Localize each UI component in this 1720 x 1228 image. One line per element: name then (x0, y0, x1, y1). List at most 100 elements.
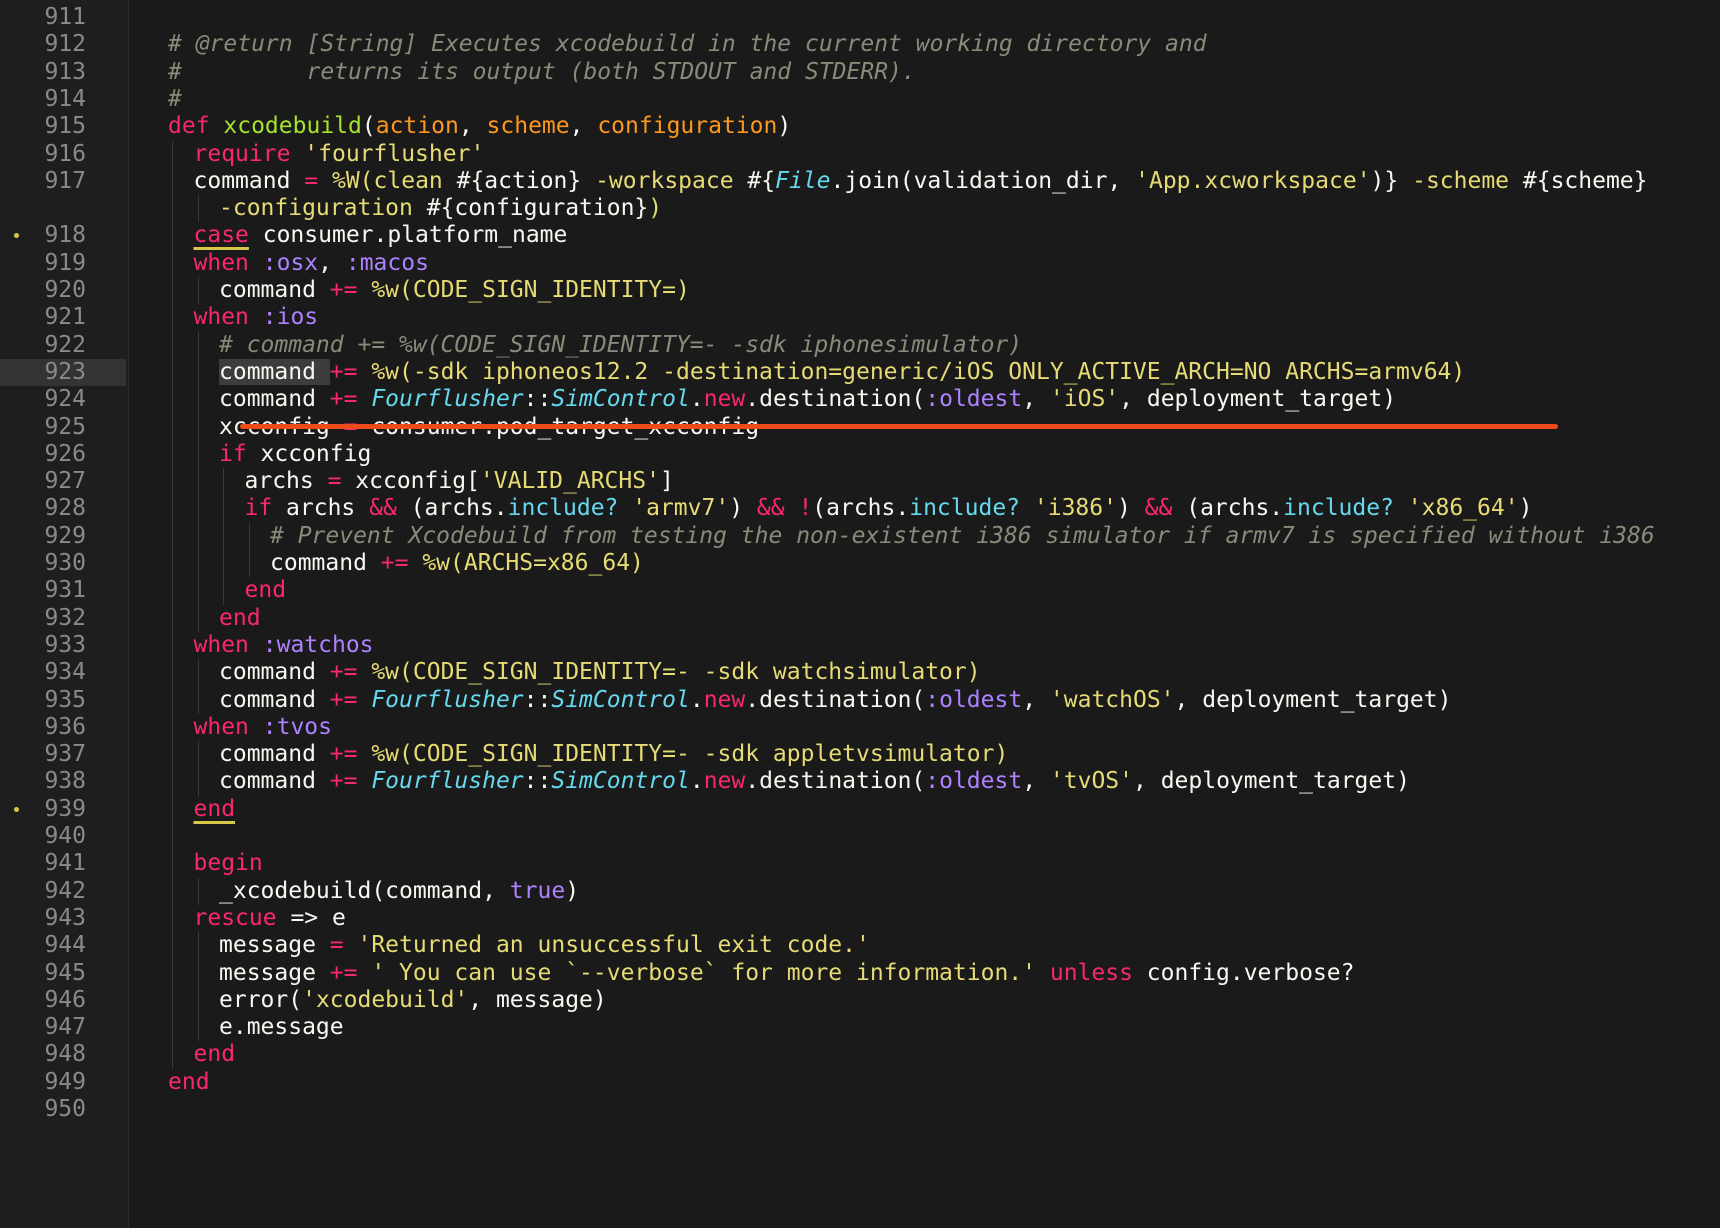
code-line[interactable]: 942 _xcodebuild(command, true) (0, 878, 1720, 905)
code-token: consumer.platform_name (248, 222, 568, 249)
code-line[interactable]: 941 begin (0, 850, 1720, 877)
code-token: 'armv7' (632, 495, 730, 522)
code-line[interactable]: 922 # command += %w(CODE_SIGN_IDENTITY=- … (0, 332, 1720, 359)
code-token: when (193, 713, 263, 740)
code-token: %w(CODE_SIGN_IDENTITY=- -sdk watchsimula… (371, 659, 981, 686)
code-token: 'watchOS' (1049, 686, 1175, 713)
code-token: ) (1518, 495, 1533, 522)
code-line[interactable]: 934 command += %w(CODE_SIGN_IDENTITY=- -s… (0, 659, 1720, 686)
code-line[interactable]: 929 # Prevent Xcodebuild from testing the… (0, 523, 1720, 550)
code-line[interactable]: 924 command += Fourflusher::SimControl.ne… (0, 386, 1720, 413)
code-token: # Prevent Xcodebuild from testing the no… (270, 522, 1655, 549)
code-line[interactable]: -configuration #{configuration}) (0, 195, 1720, 222)
code-token: Fourflusher (371, 386, 524, 413)
code-line[interactable]: 919 when :osx, :macos (0, 250, 1720, 277)
code-token: %W(clean (331, 167, 457, 194)
code-token: if (219, 440, 261, 467)
code-line[interactable]: 943 rescue => e (0, 905, 1720, 932)
code-token: include? (1283, 495, 1394, 522)
code-token: , deployment_target) (1174, 686, 1452, 713)
line-number: 921 (44, 304, 86, 331)
code-line[interactable]: 947 e.message (0, 1014, 1720, 1041)
code-token: (archs. (1186, 495, 1284, 522)
code-line[interactable]: 927 archs = xcconfig['VALID_ARCHS'] (0, 468, 1720, 495)
code-token: e.message (219, 1014, 344, 1041)
code-token: . (689, 386, 704, 413)
code-token: command (270, 550, 381, 576)
code-line[interactable]: 912 # @return [String] Executes xcodebuil… (0, 31, 1720, 58)
code-text: command = %W(clean #{action} -workspace … (194, 168, 1648, 195)
code-line[interactable]: 936 when :tvos (0, 714, 1720, 741)
code-token: command (219, 386, 330, 413)
code-token: 'i386' (1033, 495, 1117, 522)
code-line[interactable]: 935 command += Fourflusher::SimControl.ne… (0, 687, 1720, 714)
code-token: 'iOS' (1049, 386, 1120, 413)
code-token: action (375, 113, 459, 140)
code-token: 'App.xcworkspace' (1135, 167, 1371, 194)
code-token: #{action} (456, 167, 582, 194)
code-line[interactable]: 915 def xcodebuild(action, scheme, config… (0, 113, 1720, 140)
code-text: command += %w(CODE_SIGN_IDENTITY=) (219, 277, 690, 304)
code-token: # returns its output (both STDOUT and ST… (168, 58, 916, 85)
code-line[interactable]: 944 message = 'Returned an unsuccessful e… (0, 932, 1720, 959)
code-line[interactable]: 940 (0, 823, 1720, 850)
code-line[interactable]: 916 require 'fourflusher' (0, 141, 1720, 168)
code-line[interactable]: 938 command += Fourflusher::SimControl.ne… (0, 768, 1720, 795)
code-line[interactable]: 946 error('xcodebuild', message) (0, 987, 1720, 1014)
code-token: when (193, 304, 263, 331)
code-token: += (329, 959, 372, 986)
code-token: , (1022, 386, 1050, 413)
code-line[interactable]: 917 command = %W(clean #{action} -workspa… (0, 168, 1720, 195)
code-line[interactable]: 949 end (0, 1069, 1720, 1096)
code-line[interactable]: 921 when :ios (0, 304, 1720, 331)
line-number: 911 (44, 4, 86, 30)
code-token: :osx (262, 249, 319, 276)
code-line[interactable]: 928 if archs && (archs.include? 'armv7') … (0, 495, 1720, 522)
code-line[interactable]: 939 end (0, 796, 1720, 823)
code-token: (archs. (410, 495, 508, 522)
code-line[interactable]: 932 end (0, 605, 1720, 632)
code-text: -configuration #{configuration}) (219, 195, 662, 222)
code-token: command (219, 741, 330, 768)
code-token: true (509, 877, 566, 904)
code-token: , deployment_target) (1119, 386, 1397, 413)
code-line[interactable]: 914 # (0, 86, 1720, 113)
code-line[interactable]: 911 (0, 4, 1720, 31)
code-token: #{configuration} (426, 195, 649, 222)
code-text: e.message (219, 1014, 344, 1041)
code-text: message += ' You can use `--verbose` for… (219, 960, 1355, 987)
code-token: , (458, 113, 487, 140)
code-token: => e (290, 904, 346, 931)
code-line[interactable]: 931 end (0, 577, 1720, 604)
code-line[interactable]: 913 # returns its output (both STDOUT and… (0, 59, 1720, 86)
code-editor[interactable]: 911 912 # @return [String] Executes xcodeb… (0, 0, 1720, 1228)
code-line[interactable]: 923 command += %w(-sdk iphoneos12.2 -dest… (0, 358, 1720, 387)
code-line[interactable]: 926 if xcconfig (0, 441, 1720, 468)
line-number: 926 (44, 440, 86, 467)
code-line[interactable]: 918 case consumer.platform_name (0, 222, 1720, 249)
line-number: 947 (44, 1014, 86, 1041)
code-token: -scheme (1398, 167, 1523, 194)
line-number: 928 (44, 495, 86, 522)
code-line[interactable]: 948 end (0, 1041, 1720, 1068)
code-line[interactable]: 930 command += %w(ARCHS=x86_64) (0, 550, 1720, 577)
line-number: 922 (44, 331, 86, 358)
code-token: command (219, 358, 330, 385)
code-text: # (168, 86, 182, 113)
code-token: end (168, 1068, 210, 1095)
code-line[interactable]: 950 (0, 1096, 1720, 1123)
line-number: 942 (44, 877, 86, 904)
code-token: (archs. (812, 495, 910, 522)
code-line[interactable]: 920 command += %w(CODE_SIGN_IDENTITY=) (0, 277, 1720, 304)
code-text: rescue => e (194, 905, 346, 932)
code-token: #{ (747, 167, 776, 194)
code-text: command += %w(CODE_SIGN_IDENTITY=- -sdk … (219, 659, 981, 686)
code-text: when :ios (194, 304, 319, 331)
code-line[interactable]: 945 message += ' You can use `--verbose` … (0, 960, 1720, 987)
code-area[interactable]: 911 912 # @return [String] Executes xcodeb… (0, 0, 1720, 1228)
code-token: 'VALID_ARCHS' (479, 468, 660, 495)
code-line[interactable]: 933 when :watchos (0, 632, 1720, 659)
code-text: require 'fourflusher' (194, 141, 485, 168)
code-token: end (244, 577, 287, 604)
code-line[interactable]: 937 command += %w(CODE_SIGN_IDENTITY=- -s… (0, 741, 1720, 768)
